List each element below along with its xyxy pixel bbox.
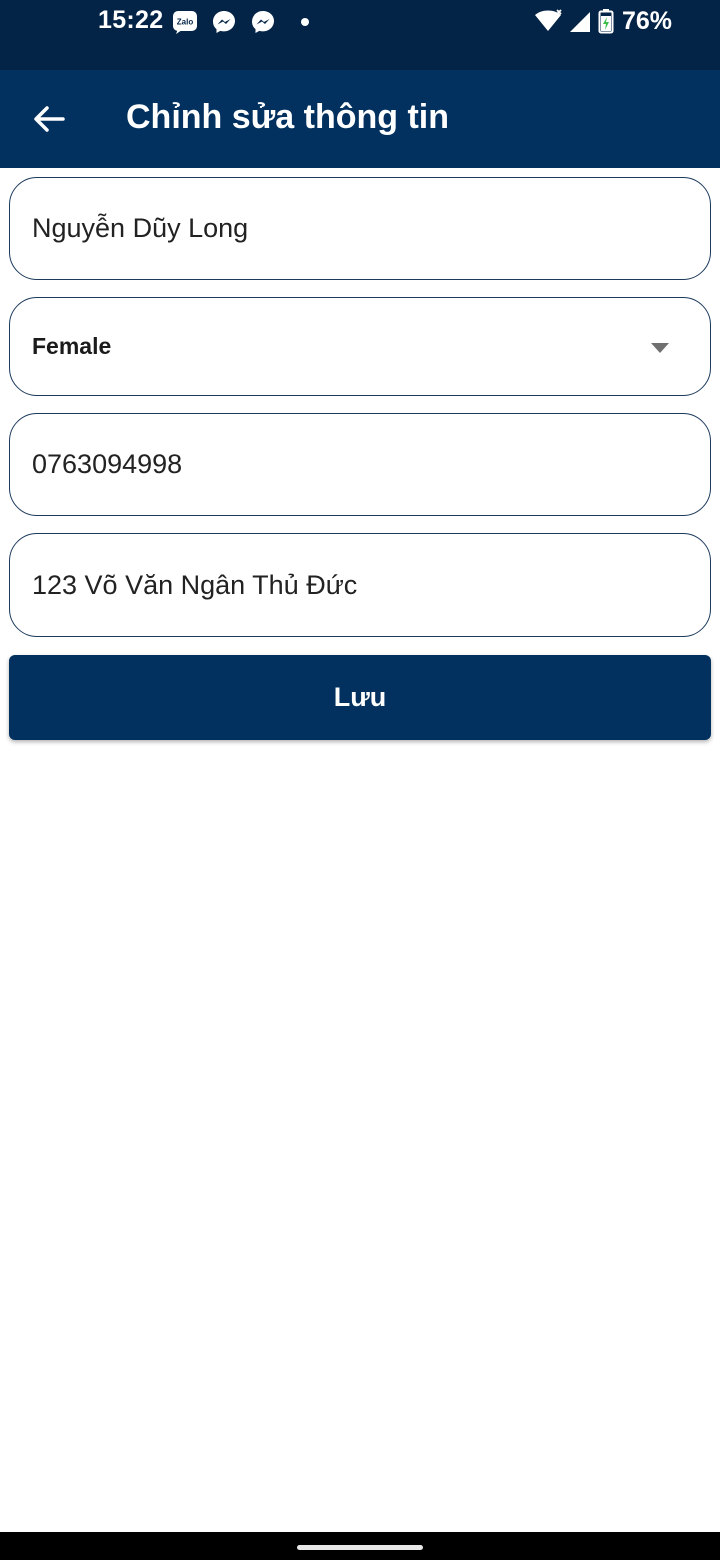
battery-percent: 76% xyxy=(621,6,672,35)
battery-charging-icon xyxy=(598,9,614,34)
gender-selected-value: Female xyxy=(32,333,112,359)
phone-field[interactable]: 0763094998 xyxy=(9,413,711,516)
system-icons: 76% xyxy=(534,6,672,36)
wifi-icon xyxy=(534,9,562,31)
zalo-icon: Zalo xyxy=(173,11,197,34)
page-title: Chỉnh sửa thông tin xyxy=(126,98,450,136)
navigation-bar xyxy=(0,1532,720,1560)
back-button[interactable] xyxy=(22,96,76,142)
cell-signal-icon xyxy=(569,12,590,32)
messenger-icon xyxy=(252,11,274,33)
app-bar: Chỉnh sửa thông tin xyxy=(0,70,720,168)
home-indicator[interactable] xyxy=(297,1545,423,1550)
name-field[interactable]: Nguyễn Dũy Long xyxy=(9,177,711,280)
phone-field-value: 0763094998 xyxy=(32,449,183,479)
dot-icon xyxy=(301,18,309,26)
messenger-icon xyxy=(213,11,235,33)
save-button-label: Lưu xyxy=(333,682,387,712)
status-time: 15:22 xyxy=(98,6,164,34)
save-button[interactable]: Lưu xyxy=(9,655,711,740)
address-field-value: 123 Võ Văn Ngân Thủ Đức xyxy=(32,569,358,600)
dropdown-arrow-icon xyxy=(651,343,669,353)
name-field-value: Nguyễn Dũy Long xyxy=(32,213,249,243)
gender-dropdown[interactable]: Female xyxy=(9,297,711,396)
address-field[interactable]: 123 Võ Văn Ngân Thủ Đức xyxy=(9,533,711,637)
svg-text:Zalo: Zalo xyxy=(177,18,194,27)
status-bar: 15:22 Zalo 76% xyxy=(0,0,720,70)
notification-icons: Zalo xyxy=(172,9,309,35)
arrow-left-icon xyxy=(34,106,65,132)
